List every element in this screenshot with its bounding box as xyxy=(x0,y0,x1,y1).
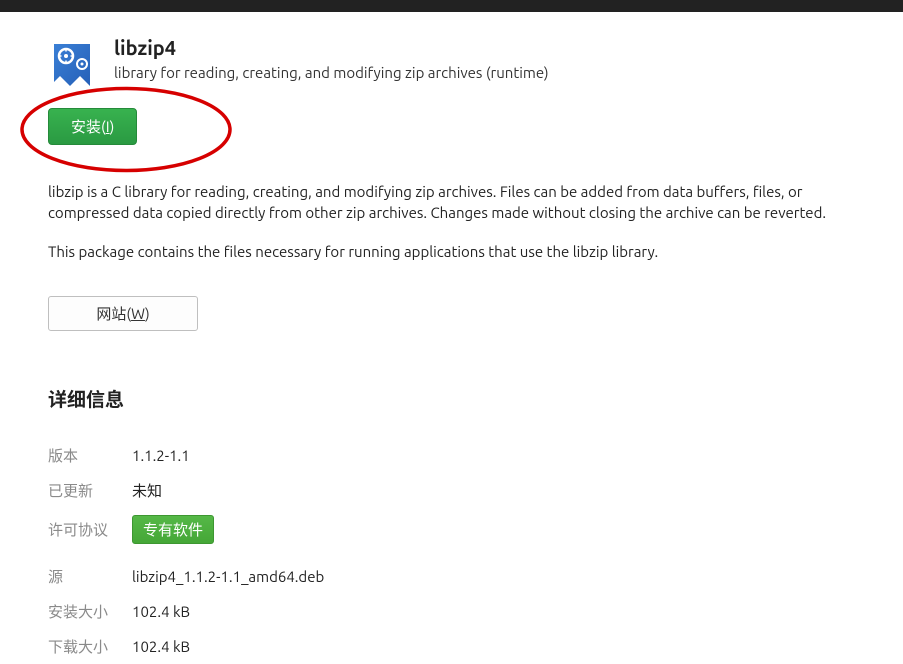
description-paragraph-1: libzip is a C library for reading, creat… xyxy=(48,181,855,223)
detail-row-install-size: 安装大小 102.4 kB xyxy=(48,594,324,629)
package-subtitle: library for reading, creating, and modif… xyxy=(114,62,549,83)
detail-label: 已更新 xyxy=(48,473,132,508)
package-header: libzip4 library for reading, creating, a… xyxy=(48,36,855,86)
details-heading: 详细信息 xyxy=(48,385,855,412)
detail-label: 安装大小 xyxy=(48,594,132,629)
install-button[interactable]: 安装(I) xyxy=(48,108,137,145)
detail-value: 1.1.2-1.1 xyxy=(132,438,324,473)
detail-value: 102.4 kB xyxy=(132,629,324,664)
license-badge: 专有软件 xyxy=(132,515,214,544)
detail-row-updated: 已更新 未知 xyxy=(48,473,324,508)
detail-label: 下载大小 xyxy=(48,629,132,664)
detail-value: libzip4_1.1.2-1.1_amd64.deb xyxy=(132,559,324,594)
detail-label: 版本 xyxy=(48,438,132,473)
description-paragraph-2: This package contains the files necessar… xyxy=(48,241,855,262)
website-button-label: 网站(W) xyxy=(96,305,149,322)
website-button[interactable]: 网站(W) xyxy=(48,296,198,331)
detail-row-download-size: 下载大小 102.4 kB xyxy=(48,629,324,664)
package-description: libzip is a C library for reading, creat… xyxy=(48,181,855,262)
detail-value: 专有软件 xyxy=(132,508,324,551)
window-top-bar xyxy=(0,0,903,12)
content-area: libzip4 library for reading, creating, a… xyxy=(0,12,903,664)
detail-value: 102.4 kB xyxy=(132,594,324,629)
detail-row-source: 源 libzip4_1.1.2-1.1_amd64.deb xyxy=(48,559,324,594)
detail-label: 许可协议 xyxy=(48,508,132,551)
package-title: libzip4 xyxy=(114,36,549,60)
detail-label: 源 xyxy=(48,559,132,594)
detail-value: 未知 xyxy=(132,473,324,508)
install-button-label: 安装(I) xyxy=(71,118,114,135)
details-table: 版本 1.1.2-1.1 已更新 未知 许可协议 专有软件 源 libzip4_… xyxy=(48,438,324,664)
detail-row-license: 许可协议 专有软件 xyxy=(48,508,324,551)
package-icon xyxy=(48,38,96,86)
detail-row-version: 版本 1.1.2-1.1 xyxy=(48,438,324,473)
